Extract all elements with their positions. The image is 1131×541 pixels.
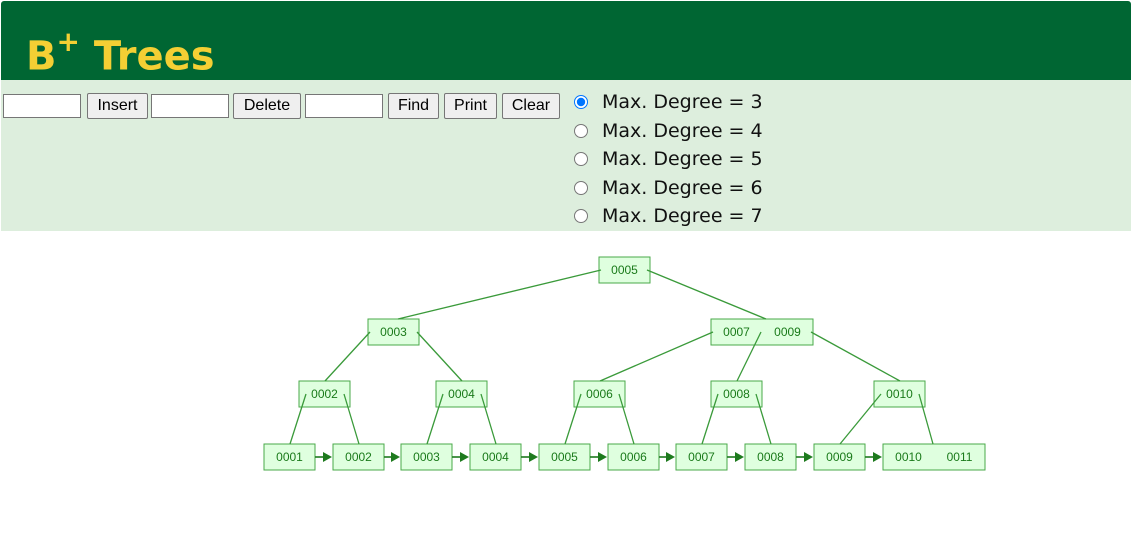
- tree-diagram: 0005 0003 0007 0009 0002 0004 0006 0008 0010 0001…: [263, 256, 986, 471]
- degree-label: Max. Degree = 6: [602, 176, 763, 199]
- title-text: B: [26, 33, 57, 80]
- node-key: 0002: [345, 450, 372, 464]
- app-header: B+ Trees: [1, 1, 1131, 80]
- tree-edge: [324, 331, 371, 382]
- degree-option-6[interactable]: Max. Degree = 6: [574, 174, 763, 203]
- tree-edge: [564, 393, 582, 445]
- clear-button[interactable]: Clear: [502, 93, 560, 119]
- node-key: 0003: [380, 325, 407, 339]
- node-key: 0009: [826, 450, 853, 464]
- node-key: 0007: [688, 450, 715, 464]
- title-rest: Trees: [79, 33, 215, 80]
- arrow-icon: [873, 452, 882, 462]
- node-key: 0004: [482, 450, 509, 464]
- node-key: 0006: [586, 387, 613, 401]
- degree-label: Max. Degree = 7: [602, 205, 763, 228]
- tree-edge: [810, 331, 901, 382]
- arrow-icon: [323, 452, 332, 462]
- arrow-icon: [666, 452, 675, 462]
- node-key: 0010: [895, 450, 922, 464]
- degree-radio[interactable]: [574, 123, 588, 138]
- tree-edge: [701, 393, 719, 445]
- node-key: 0008: [757, 450, 784, 464]
- delete-button[interactable]: Delete: [233, 93, 301, 119]
- node-key: 0004: [448, 387, 475, 401]
- node-key: 0011: [947, 450, 973, 464]
- tree-edge: [416, 331, 463, 382]
- find-input[interactable]: [305, 94, 383, 118]
- arrow-icon: [460, 452, 469, 462]
- tree-edge: [599, 331, 714, 382]
- degree-label: Max. Degree = 5: [602, 148, 763, 171]
- degree-radio[interactable]: [574, 95, 588, 110]
- tree-edge: [918, 393, 934, 445]
- tree-canvas: 0005 0003 0007 0009 0002 0004 0006 0008 0010 0001…: [0, 232, 1131, 541]
- tree-edge: [755, 393, 772, 445]
- tree-edge: [289, 393, 307, 445]
- degree-option-3[interactable]: Max. Degree = 3: [574, 88, 763, 117]
- find-button[interactable]: Find: [388, 93, 439, 119]
- node-key: 0005: [611, 263, 638, 277]
- arrow-icon: [804, 452, 813, 462]
- degree-option-5[interactable]: Max. Degree = 5: [574, 145, 763, 174]
- tree-edge: [839, 393, 882, 445]
- node-key: 0006: [620, 450, 647, 464]
- page-title: B+ Trees: [26, 21, 215, 81]
- degree-option-4[interactable]: Max. Degree = 4: [574, 117, 763, 146]
- arrow-icon: [391, 452, 400, 462]
- degree-label: Max. Degree = 3: [602, 91, 763, 114]
- node-key: 0010: [886, 387, 913, 401]
- node-key: 0003: [413, 450, 440, 464]
- title-superscript: +: [56, 25, 80, 58]
- print-button[interactable]: Print: [444, 93, 497, 119]
- arrow-icon: [735, 452, 744, 462]
- tree-edge: [646, 269, 767, 320]
- control-panel: Insert Delete Find Print Clear Max. Degr…: [1, 80, 1131, 231]
- arrow-icon: [529, 452, 538, 462]
- node-key: 0002: [311, 387, 338, 401]
- degree-radio-group: Max. Degree = 3 Max. Degree = 4 Max. Degre…: [574, 88, 763, 231]
- arrow-icon: [598, 452, 607, 462]
- tree-edge: [397, 269, 602, 320]
- node-key: 0001: [276, 450, 303, 464]
- degree-radio[interactable]: [574, 152, 588, 167]
- tree-edge: [480, 393, 497, 445]
- tree-edge: [343, 393, 360, 445]
- node-key: 0007: [723, 325, 750, 339]
- tree-edge: [426, 393, 444, 445]
- node-key: 0009: [774, 325, 801, 339]
- degree-radio[interactable]: [574, 180, 588, 195]
- insert-input[interactable]: [3, 94, 81, 118]
- degree-radio[interactable]: [574, 209, 588, 224]
- degree-option-7[interactable]: Max. Degree = 7: [574, 202, 763, 231]
- tree-edge: [618, 393, 635, 445]
- delete-input[interactable]: [151, 94, 229, 118]
- node-key: 0005: [551, 450, 578, 464]
- node-key: 0008: [723, 387, 750, 401]
- insert-button[interactable]: Insert: [87, 93, 148, 119]
- degree-label: Max. Degree = 4: [602, 119, 763, 142]
